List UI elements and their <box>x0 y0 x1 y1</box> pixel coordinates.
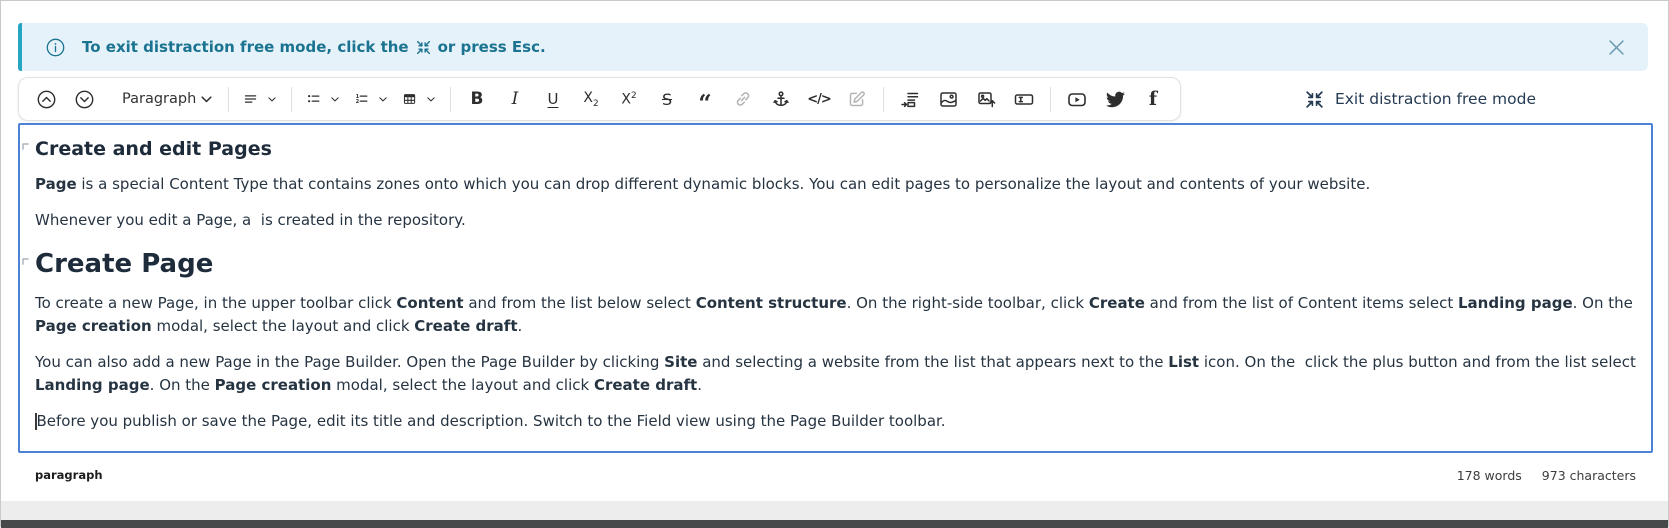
twitter-icon <box>1106 90 1125 109</box>
anchor-icon <box>772 90 790 108</box>
code-button[interactable]: </> <box>801 82 837 116</box>
subscript-button[interactable]: X2 <box>573 82 609 116</box>
toolbar-separator <box>228 87 229 112</box>
heading-marker-icon <box>22 258 30 266</box>
collapse-icon <box>416 40 431 55</box>
content-paragraph[interactable]: You can also add a new Page in the Page … <box>35 351 1636 397</box>
insert-block-button[interactable] <box>892 82 928 116</box>
edit-icon <box>848 90 866 108</box>
italic-button[interactable]: I <box>497 82 533 116</box>
content-paragraph[interactable]: Whenever you edit a Page, a is created i… <box>35 209 1636 232</box>
character-count: 973 characters <box>1542 468 1636 483</box>
info-icon <box>46 38 65 57</box>
blockquote-icon: “ <box>698 90 711 109</box>
bulleted-list-dropdown[interactable] <box>300 82 346 116</box>
anchor-button[interactable] <box>763 82 799 116</box>
chevron-down-icon <box>427 96 435 103</box>
chevron-down-icon <box>201 96 212 103</box>
text-alignment-dropdown[interactable] <box>237 82 283 116</box>
image-icon <box>939 90 958 109</box>
document-counts: 178 words 973 characters <box>1457 468 1636 483</box>
embed-facebook-button[interactable]: f <box>1135 82 1171 116</box>
link-icon <box>734 90 752 108</box>
underline-icon: U <box>548 90 559 108</box>
subscript-icon: X2 <box>583 90 598 109</box>
exit-button-label: Exit distraction free mode <box>1335 90 1536 108</box>
svg-text:2: 2 <box>355 99 359 105</box>
superscript-button[interactable]: X2 <box>611 82 647 116</box>
underline-button[interactable]: U <box>535 82 571 116</box>
arrow-down-circle-icon <box>75 90 94 109</box>
close-icon <box>1609 40 1624 55</box>
content-paragraph[interactable]: Before you publish or save the Page, edi… <box>35 410 1636 433</box>
blockquote-button[interactable]: “ <box>687 82 723 116</box>
bold-icon: B <box>471 89 484 109</box>
input-field-icon <box>1014 90 1034 109</box>
editor-content-area[interactable]: Create and edit Pages Page is a special … <box>18 123 1653 453</box>
banner-text-after: or press Esc. <box>438 38 546 56</box>
block-format-dropdown[interactable]: Paragraph <box>114 82 220 116</box>
youtube-icon <box>1067 90 1087 109</box>
banner-close-button[interactable] <box>1609 40 1624 55</box>
strikethrough-icon: S <box>662 90 672 109</box>
content-heading-create-page[interactable]: Create Page <box>35 249 1636 279</box>
editor-toolbar: Paragraph 1 2 <box>18 77 1181 121</box>
toolbar-separator <box>450 87 451 112</box>
exit-distraction-free-button[interactable]: Exit distraction free mode <box>1305 86 1536 112</box>
banner-text-before: To exit distraction free mode, click the <box>82 38 409 56</box>
insert-table-dropdown[interactable] <box>396 82 442 116</box>
table-icon <box>403 90 416 108</box>
upload-image-button[interactable] <box>968 82 1004 116</box>
content-paragraph[interactable]: To create a new Page, in the upper toolb… <box>35 292 1636 338</box>
insert-block-icon <box>901 90 920 109</box>
insert-field-button[interactable] <box>1006 82 1042 116</box>
embed-youtube-button[interactable] <box>1059 82 1095 116</box>
chevron-down-icon <box>268 96 276 103</box>
footer-background-band <box>1 501 1668 520</box>
embed-twitter-button[interactable] <box>1097 82 1133 116</box>
image-upload-icon <box>977 90 996 109</box>
edit-source-button[interactable] <box>839 82 875 116</box>
heading-marker-icon <box>22 143 30 151</box>
align-left-icon <box>244 90 257 108</box>
collapse-icon <box>1305 90 1324 109</box>
banner-message: To exit distraction free mode, click the… <box>82 38 546 56</box>
numbered-list-icon: 1 2 <box>355 90 368 108</box>
superscript-icon: X2 <box>621 91 636 108</box>
word-count: 178 words <box>1457 468 1522 483</box>
facebook-icon: f <box>1149 88 1157 110</box>
toolbar-separator <box>883 87 884 112</box>
link-button[interactable] <box>725 82 761 116</box>
bulleted-list-icon <box>307 90 320 108</box>
toolbar-separator <box>1050 87 1051 112</box>
toolbar-separator <box>291 87 292 112</box>
italic-icon: I <box>512 89 519 109</box>
chevron-down-icon <box>331 96 339 103</box>
bold-button[interactable]: B <box>459 82 495 116</box>
move-up-button[interactable] <box>28 82 64 116</box>
distraction-free-editor-page: To exit distraction free mode, click the… <box>0 0 1669 527</box>
numbered-list-dropdown[interactable]: 1 2 <box>348 82 394 116</box>
notification-banner: To exit distraction free mode, click the… <box>18 23 1648 71</box>
content-paragraph[interactable]: Page is a special Content Type that cont… <box>35 173 1636 196</box>
chevron-down-icon <box>379 96 387 103</box>
block-format-value: Paragraph <box>122 91 196 107</box>
arrow-up-circle-icon <box>37 90 56 109</box>
insert-image-button[interactable] <box>930 82 966 116</box>
editor-status-bar: paragraph 178 words 973 characters <box>18 453 1653 497</box>
content-heading-create-edit-pages[interactable]: Create and edit Pages <box>35 138 1636 160</box>
move-down-button[interactable] <box>66 82 102 116</box>
strikethrough-button[interactable]: S <box>649 82 685 116</box>
current-block-type: paragraph <box>35 468 103 482</box>
code-icon: </> <box>807 92 831 107</box>
